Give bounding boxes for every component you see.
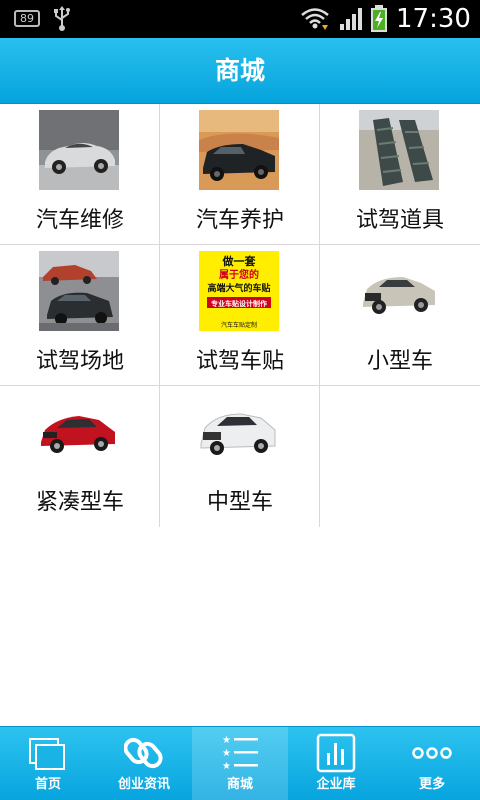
- battery-charging-icon: [371, 5, 387, 32]
- poster-line-4: 专业车贴设计制作: [211, 299, 267, 308]
- category-midsize-car[interactable]: 中型车: [160, 386, 320, 527]
- chain-link-icon: [124, 737, 163, 769]
- svg-text:★: ★: [222, 748, 231, 759]
- empty-grid-cell: [320, 386, 480, 527]
- star-list-icon: ★ ★ ★: [222, 735, 258, 772]
- svg-text:★: ★: [222, 735, 231, 746]
- tab-label: 商城: [226, 777, 253, 792]
- category-test-drive-stickers[interactable]: 做一套 属于您的 高端大气的车贴 专业车贴设计制作 汽车车贴定制 试驾车贴: [160, 245, 320, 386]
- category-compact-car[interactable]: 紧凑型车: [0, 386, 160, 527]
- category-label: 中型车: [206, 490, 273, 515]
- category-label: 汽车养护: [195, 208, 284, 233]
- category-label: 小型车: [366, 349, 433, 374]
- category-small-car[interactable]: 小型车: [320, 245, 480, 386]
- bar-chart-icon: [316, 733, 356, 773]
- status-bar: 89 17:30: [0, 0, 480, 38]
- svg-text:★: ★: [222, 761, 231, 772]
- poster-line-3: 高端大气的车贴: [207, 282, 270, 294]
- black-suv-desert-image: [199, 110, 279, 190]
- white-crossover-image: [199, 392, 279, 472]
- category-label: 试驾场地: [35, 349, 124, 374]
- notification-badge: 89: [14, 10, 40, 27]
- category-car-repair[interactable]: 汽车维修: [0, 104, 160, 245]
- poster-line-5: 汽车车贴定制: [221, 321, 257, 329]
- pages-icon: [29, 738, 65, 770]
- wifi-icon: [301, 8, 329, 30]
- product-category-grid: 汽车维修 汽车养护 试驾道具 试驾场地 做一套 属于您的 高端大气的车贴 专业车…: [0, 104, 480, 527]
- category-label: 汽车维修: [35, 208, 124, 233]
- more-dots-icon: [412, 747, 452, 759]
- red-hatchback-image: [39, 392, 119, 472]
- category-label: 试驾道具: [355, 208, 444, 233]
- poster-line-1: 做一套: [222, 254, 257, 268]
- tab-more[interactable]: 更多: [384, 727, 480, 800]
- usb-icon: [54, 6, 70, 31]
- category-test-drive-venue[interactable]: 试驾场地: [0, 245, 160, 386]
- tab-label: 首页: [34, 777, 61, 792]
- category-car-maintenance[interactable]: 汽车养护: [160, 104, 320, 245]
- app-header: 商城: [0, 38, 480, 104]
- category-label: 紧凑型车: [35, 490, 124, 515]
- tab-startup-news[interactable]: 创业资讯: [96, 727, 192, 800]
- car-sticker-poster-image: 做一套 属于您的 高端大气的车贴 专业车贴设计制作 汽车车贴定制: [199, 251, 279, 331]
- category-label: 试驾车贴: [195, 349, 284, 374]
- tab-label: 更多: [418, 777, 445, 792]
- poster-line-2: 属于您的: [219, 268, 259, 281]
- tab-label: 企业库: [316, 777, 356, 792]
- page-title: 商城: [214, 56, 265, 85]
- obstacle-ramps-image: [359, 110, 439, 190]
- white-audi-suv-image: [359, 251, 439, 331]
- clock: 17:30: [396, 4, 471, 34]
- category-test-drive-props[interactable]: 试驾道具: [320, 104, 480, 245]
- suv-test-track-image: [39, 251, 119, 331]
- tab-home[interactable]: 首页: [0, 727, 96, 800]
- signal-icon: [340, 8, 362, 30]
- tab-enterprise-library[interactable]: 企业库: [288, 727, 384, 800]
- silver-sports-car-image: [39, 110, 119, 190]
- bottom-nav: 首页 创业资讯 ★ ★ ★ 商城 企业库 更多: [0, 726, 480, 800]
- tab-mall[interactable]: ★ ★ ★ 商城: [192, 727, 288, 800]
- tab-label: 创业资讯: [117, 777, 170, 792]
